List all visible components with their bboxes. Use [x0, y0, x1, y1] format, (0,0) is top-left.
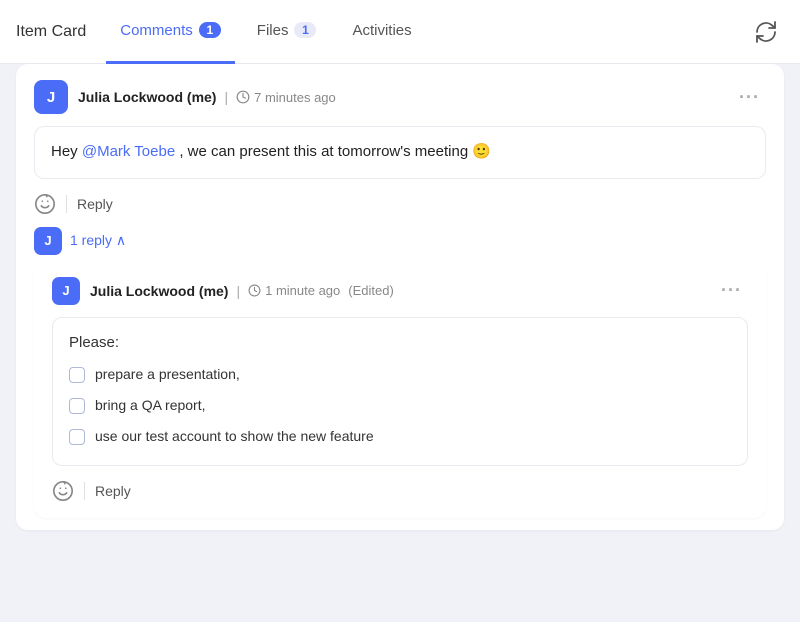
clock-icon-r1 [248, 284, 261, 297]
tab-comments[interactable]: Comments 1 [106, 0, 235, 64]
reply-button-r1[interactable]: Reply [95, 483, 131, 499]
more-options-button-1[interactable]: ··· [733, 85, 766, 110]
checklist-intro: Please: [69, 332, 731, 355]
checklist-item-2: bring a QA report, [69, 395, 731, 416]
comments-content: J Julia Lockwood (me) | 7 minutes ago ··… [0, 64, 800, 556]
replies-toggle-1[interactable]: J 1 reply ∧ [34, 227, 766, 255]
reply-meta-1: Julia Lockwood (me) | 1 minute ago (Edit… [90, 283, 705, 299]
checklist-item-1: prepare a presentation, [69, 364, 731, 385]
message-prefix-1: Hey [51, 143, 82, 160]
emoji-reaction-button-r1[interactable] [52, 480, 74, 502]
checklist-item-3: use our test account to show the new fea… [69, 426, 731, 447]
item-card-title: Item Card [16, 23, 86, 41]
reply-edited-label: (Edited) [348, 283, 394, 298]
tab-files-badge: 1 [294, 22, 316, 38]
reply-card-1: J Julia Lockwood (me) | 1 minute ago (Ed… [34, 263, 766, 519]
emoji-reaction-button-1[interactable] [34, 193, 56, 215]
reply-author-1: Julia Lockwood (me) [90, 283, 228, 299]
avatar-julia-r1: J [52, 277, 80, 305]
more-options-button-r1[interactable]: ··· [715, 278, 748, 303]
checklist-item-3-text: use our test account to show the new fea… [95, 426, 374, 447]
tab-activities-label: Activities [352, 22, 411, 39]
tab-comments-badge: 1 [199, 22, 221, 38]
checkbox-2[interactable] [69, 398, 85, 414]
mention-mark: @Mark Toebe [82, 143, 175, 160]
meta-sep-r1: | [236, 283, 240, 299]
checklist-item-2-text: bring a QA report, [95, 395, 206, 416]
comment-actions-1: Reply [34, 189, 766, 219]
message-suffix-1: , we can present this at tomorrow's meet… [175, 143, 491, 160]
comment-time-1: 7 minutes ago [236, 90, 336, 105]
avatar-julia: J [34, 80, 68, 114]
reply-message-1: Please: prepare a presentation, bring a … [52, 317, 748, 467]
tab-activities[interactable]: Activities [338, 0, 425, 64]
avatar-julia-reply: J [34, 227, 62, 255]
comment-author-1: Julia Lockwood (me) [78, 89, 216, 105]
replies-count-label: 1 reply ∧ [70, 232, 126, 249]
header: Item Card Comments 1 Files 1 Activities [0, 0, 800, 64]
action-divider-r1 [84, 482, 85, 500]
comment-header-1: J Julia Lockwood (me) | 7 minutes ago ··… [34, 80, 766, 114]
reply-header-1: J Julia Lockwood (me) | 1 minute ago (Ed… [52, 277, 748, 305]
reply-time-1: 1 minute ago [248, 283, 340, 298]
tab-comments-label: Comments [120, 22, 193, 39]
checkbox-1[interactable] [69, 367, 85, 383]
reply-button-1[interactable]: Reply [77, 196, 113, 212]
tab-files[interactable]: Files 1 [243, 0, 331, 64]
clock-icon-1 [236, 90, 250, 104]
comment-card-1: J Julia Lockwood (me) | 7 minutes ago ··… [16, 64, 784, 530]
tab-files-label: Files [257, 22, 289, 39]
reply-actions-1: Reply [52, 476, 748, 506]
sync-icon-button[interactable] [748, 14, 784, 50]
comment-meta-1: Julia Lockwood (me) | 7 minutes ago [78, 89, 723, 105]
meta-sep-1: | [224, 89, 228, 105]
action-divider-1 [66, 195, 67, 213]
checklist-item-1-text: prepare a presentation, [95, 364, 240, 385]
checklist: prepare a presentation, bring a QA repor… [69, 360, 731, 451]
checkbox-3[interactable] [69, 429, 85, 445]
comment-message-1: Hey @Mark Toebe , we can present this at… [34, 126, 766, 179]
